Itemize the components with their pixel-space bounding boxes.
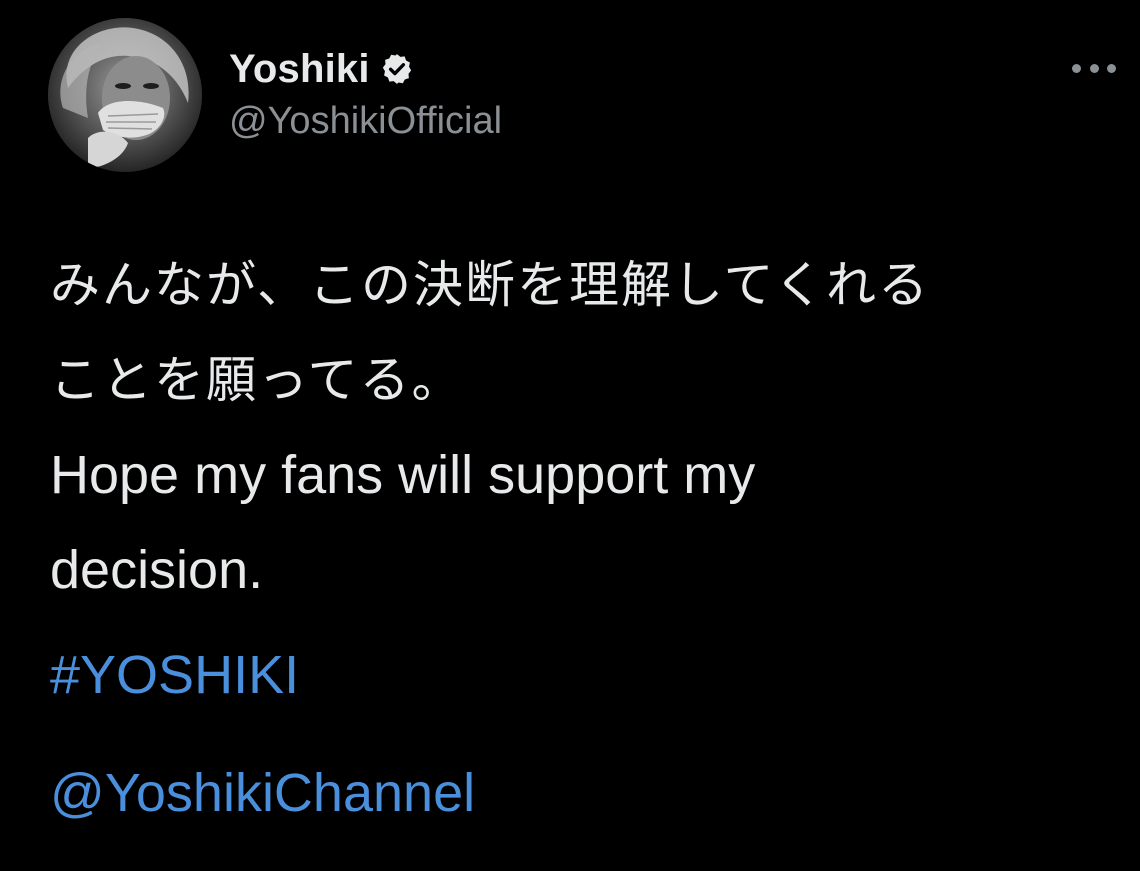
- avatar[interactable]: [48, 18, 202, 172]
- dot: [1089, 63, 1099, 73]
- user-handle[interactable]: @YoshikiOfficial: [229, 100, 502, 143]
- hashtag-link[interactable]: #YOSHIKI: [50, 644, 299, 706]
- dot: [1107, 63, 1116, 73]
- tweet-text-line: decision.: [50, 540, 264, 600]
- verified-badge-icon: [380, 52, 414, 86]
- tweet-text-line: みんなが、この決断を理解してくれる: [50, 256, 930, 314]
- tweet-text-line: ことを願ってる。: [50, 351, 464, 409]
- tweet-text: みんなが、この決断を理解してくれる ことを願ってる。 Hope my fans …: [50, 238, 1120, 618]
- tweet: Yoshiki @YoshikiOfficial みんなが、この決断を理解してく…: [0, 0, 1140, 871]
- ellipsis-icon[interactable]: [1072, 56, 1116, 80]
- tweet-text-line: Hope my fans will support my: [50, 445, 756, 505]
- name-row: Yoshiki: [229, 44, 414, 94]
- dot: [1072, 63, 1081, 73]
- avatar-image: [48, 18, 202, 172]
- mention-link[interactable]: @YoshikiChannel: [50, 762, 475, 824]
- display-name[interactable]: Yoshiki: [229, 47, 370, 92]
